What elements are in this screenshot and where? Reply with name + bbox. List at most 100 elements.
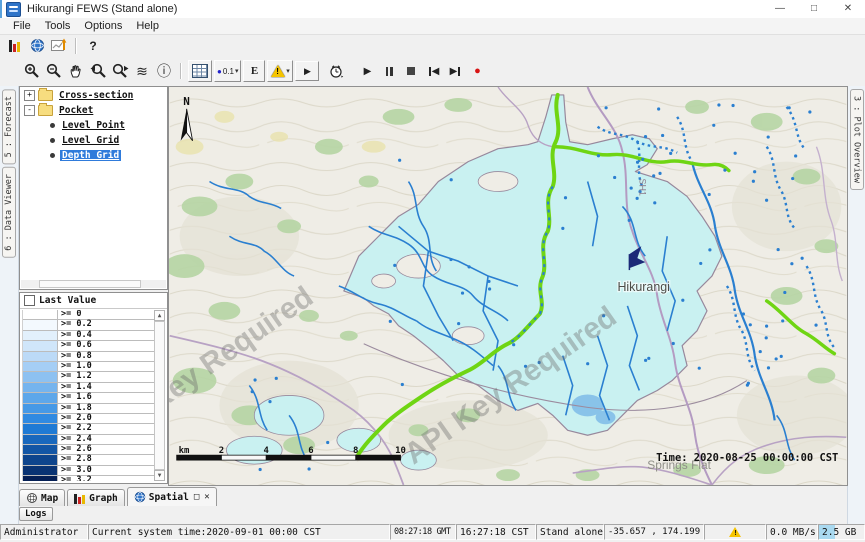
level-point-dot	[734, 152, 737, 155]
timeseries-chart-icon[interactable]	[49, 36, 69, 56]
database-viewer-icon[interactable]	[5, 36, 25, 56]
zoom-next-icon[interactable]	[110, 61, 130, 81]
scale-tick-label: 10	[395, 446, 406, 456]
level-point-dot	[628, 219, 631, 222]
tree-node-level-point[interactable]: Level Point	[20, 119, 167, 132]
status-coordinates: -35.657 , 174.199	[604, 524, 704, 540]
bullet-icon	[50, 123, 55, 128]
status-local-time: 16:27:18 CST	[456, 524, 536, 540]
level-point-dot	[747, 382, 750, 385]
legend-button[interactable]: E	[243, 60, 265, 82]
tree-node-level-grid[interactable]: Level Grid	[20, 134, 167, 147]
play-button[interactable]: ▶	[357, 61, 377, 81]
record-button[interactable]: ●	[467, 61, 487, 81]
zoom-previous-icon[interactable]	[88, 61, 108, 81]
wireframe-globe-icon	[26, 492, 38, 504]
application-window: Hikurangi FEWS (Stand alone) — □ ✕ FileT…	[0, 0, 865, 542]
expander-icon[interactable]: +	[24, 90, 35, 101]
minimize-button[interactable]: —	[763, 0, 797, 18]
tree-node-label[interactable]: Level Point	[60, 120, 127, 131]
menu-options[interactable]: Options	[77, 20, 129, 32]
tab-graph[interactable]: Graph	[67, 489, 125, 506]
tree-node-pocket[interactable]: - Pocket	[20, 104, 167, 117]
maximize-button[interactable]: □	[797, 0, 831, 18]
grid-display-button[interactable]	[188, 60, 212, 82]
legend-color-swatch	[23, 372, 58, 381]
zoom-out-icon[interactable]	[44, 61, 64, 81]
expander-icon[interactable]: -	[24, 105, 35, 116]
status-gmt-time: 08:27:18 GMT	[390, 524, 456, 540]
level-point-dot	[488, 287, 491, 290]
side-tab-3-plot-overview[interactable]: 3 : Plot Overview	[850, 89, 864, 190]
level-point-dot	[401, 383, 404, 386]
level-point-dot	[636, 161, 639, 164]
tree-node-cross-section[interactable]: + Cross-section	[20, 89, 167, 102]
menu-help[interactable]: Help	[129, 20, 166, 32]
legend-color-swatch	[23, 310, 58, 319]
tab-label: Map	[41, 493, 58, 504]
tree-node-label-selected[interactable]: Depth Grid	[60, 150, 121, 161]
level-point-dot	[641, 158, 644, 161]
folder-icon	[38, 90, 53, 101]
tree-node-label[interactable]: Cross-section	[57, 90, 135, 101]
level-point-dot	[636, 197, 639, 200]
class-break-dropdown[interactable]: ● 0.1 ▾	[214, 60, 241, 82]
last-value-checkbox[interactable]	[24, 295, 35, 306]
map-canvas[interactable]: API Key Required API Key Required Hikura…	[168, 86, 848, 486]
zoom-in-icon[interactable]	[22, 61, 42, 81]
status-user: Administrator	[0, 524, 88, 540]
folder-open-icon	[38, 105, 53, 116]
tab-close-icon[interactable]: ✕	[204, 492, 209, 502]
level-point-dot	[644, 359, 647, 362]
level-point-dot	[268, 400, 271, 403]
chevron-down-icon: ▾	[235, 67, 239, 75]
tab-maximize-icon[interactable]: □	[194, 492, 199, 502]
level-point-dot	[794, 154, 797, 157]
scrollbar-thumb[interactable]	[154, 321, 165, 470]
level-point-dot	[717, 103, 720, 106]
legend-vertical-scrollbar[interactable]: ▲ ▼	[154, 310, 165, 481]
scale-segment	[221, 455, 266, 460]
info-icon[interactable]: ⓘ	[154, 61, 174, 81]
side-tab-6-data-viewer[interactable]: 6 : Data Viewer	[2, 167, 16, 258]
skip-to-end-button[interactable]: ▶	[445, 61, 465, 81]
stop-button[interactable]	[401, 61, 421, 81]
class-dot-icon: ●	[217, 67, 222, 76]
menu-file[interactable]: File	[6, 20, 38, 32]
level-point-dot	[450, 178, 453, 181]
scroll-down-icon[interactable]: ▼	[154, 470, 165, 481]
close-button[interactable]: ✕	[831, 0, 865, 18]
help-button[interactable]: ?	[83, 36, 103, 56]
skip-to-start-button[interactable]: ◀	[423, 61, 443, 81]
tab-logs[interactable]: Logs	[19, 507, 53, 521]
spatial-display-icon[interactable]	[27, 36, 47, 56]
thresholds-dropdown[interactable]: ▾	[267, 60, 293, 82]
bar-chart-icon	[74, 493, 86, 504]
menu-tools[interactable]: Tools	[38, 20, 78, 32]
layers-icon[interactable]: ≋	[132, 61, 152, 81]
bullet-icon	[50, 153, 55, 158]
tree-node-label[interactable]: Pocket	[57, 105, 95, 116]
pan-hand-icon[interactable]	[66, 61, 86, 81]
side-tab-5-forecast[interactable]: 5 : Forecast	[2, 89, 16, 164]
globe-icon	[134, 491, 146, 503]
level-point-dot	[657, 107, 660, 110]
play-forecast-button[interactable]: ▶	[295, 61, 319, 81]
scroll-up-icon[interactable]: ▲	[154, 310, 165, 321]
pause-button[interactable]	[379, 61, 399, 81]
status-bar: Administrator Current system time:2020-0…	[0, 524, 865, 542]
tree-horizontal-scrollbar[interactable]	[21, 280, 166, 288]
tab-map[interactable]: Map	[19, 489, 65, 506]
level-point-dot	[605, 106, 608, 109]
tab-spatial[interactable]: Spatial □ ✕	[127, 487, 217, 506]
tab-label: Spatial	[149, 492, 189, 503]
tree-node-depth-grid[interactable]: Depth Grid	[20, 149, 167, 162]
legend-color-swatch	[23, 331, 58, 340]
level-point-dot	[765, 336, 768, 339]
map-time-label: Time: 2020-08-25 00:00:00 CST	[656, 452, 838, 464]
tree-node-label[interactable]: Level Grid	[60, 135, 121, 146]
level-point-dot	[613, 176, 616, 179]
scale-unit-label: km	[179, 446, 190, 456]
legend-color-swatch	[23, 414, 58, 423]
animation-clock-icon[interactable]	[326, 61, 346, 81]
